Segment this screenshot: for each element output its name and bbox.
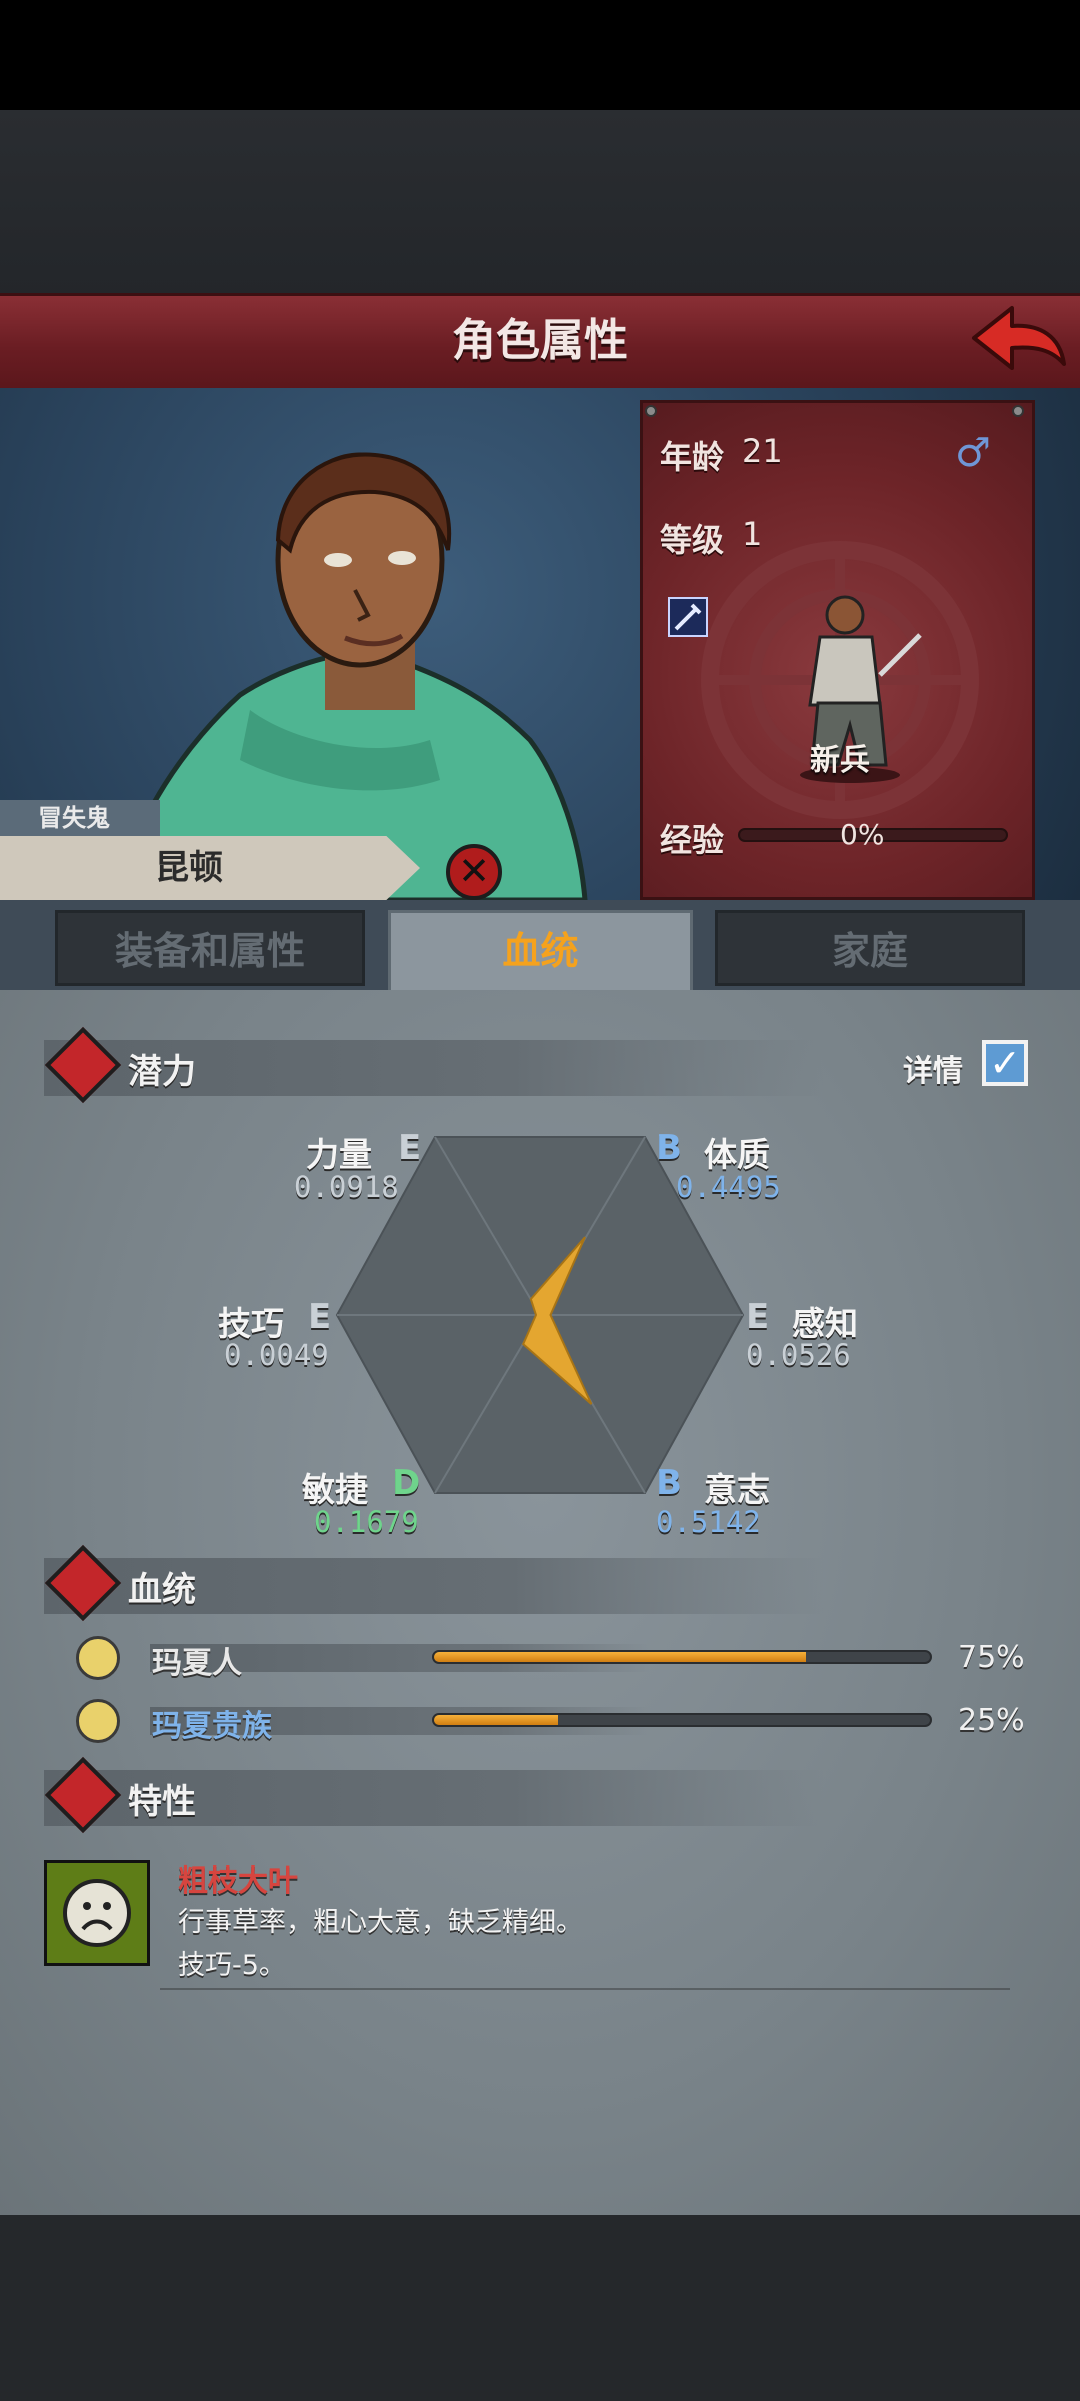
bottom-dark-area bbox=[0, 2215, 1080, 2401]
rivet bbox=[1012, 405, 1024, 417]
sword-icon bbox=[674, 603, 702, 631]
trait-card[interactable] bbox=[44, 1860, 150, 1966]
level-value: 1 bbox=[742, 515, 763, 553]
bloodline-bar bbox=[432, 1713, 932, 1727]
sword-skill-icon[interactable] bbox=[668, 597, 708, 637]
page-title: 角色属性 bbox=[452, 315, 628, 366]
sad-face-icon bbox=[63, 1879, 131, 1947]
stat-will-value: 0.5142 bbox=[656, 1505, 761, 1539]
detail-checkbox[interactable]: ✓ bbox=[982, 1040, 1028, 1086]
stat-agility-grade: D bbox=[392, 1463, 421, 1503]
divider bbox=[160, 1988, 1010, 1990]
bloodline-bar-fill bbox=[434, 1652, 806, 1662]
maxia-emblem-icon bbox=[76, 1636, 120, 1680]
stat-perception-value: 0.0526 bbox=[746, 1338, 851, 1372]
stat-strength-name: 力量 bbox=[306, 1135, 372, 1174]
tab-equipment-attributes[interactable]: 装备和属性 bbox=[55, 910, 365, 986]
trait-description: 行事草率，粗心大意，缺乏精细。 bbox=[178, 1907, 583, 1938]
bloodline-name: 玛夏人 bbox=[152, 1646, 242, 1681]
stat-will-grade: B bbox=[656, 1463, 682, 1503]
stat-strength-grade: E bbox=[398, 1128, 422, 1168]
stat-agility-name: 敏捷 bbox=[302, 1470, 368, 1509]
bloodline-title: 血统 bbox=[128, 1570, 196, 1610]
age-value: 21 bbox=[742, 432, 783, 470]
xp-value: 0% bbox=[840, 818, 885, 851]
trait-effect: 技巧-5。 bbox=[178, 1950, 286, 1981]
character-name: 昆顿 bbox=[155, 848, 223, 888]
stat-constitution-value: 0.4495 bbox=[676, 1170, 781, 1204]
nickname-tag: 冒失鬼 bbox=[0, 800, 160, 836]
level-label: 等级 bbox=[660, 521, 725, 559]
top-dark-band bbox=[0, 110, 1080, 300]
stat-perception-grade: E bbox=[746, 1297, 770, 1337]
nickname-text: 冒失鬼 bbox=[38, 804, 110, 832]
rivet bbox=[645, 405, 657, 417]
stat-skill-grade: E bbox=[308, 1297, 332, 1337]
bloodline-name: 玛夏贵族 bbox=[152, 1709, 272, 1744]
top-black-bar bbox=[0, 0, 1080, 110]
stat-strength-value: 0.0918 bbox=[294, 1170, 399, 1204]
stat-skill-value: 0.0049 bbox=[224, 1338, 329, 1372]
potential-title: 潜力 bbox=[128, 1052, 196, 1092]
noble-emblem-icon bbox=[76, 1699, 120, 1743]
tab-bloodline[interactable]: 血统 bbox=[388, 910, 693, 992]
bloodline-percent: 25% bbox=[958, 1703, 1025, 1738]
stat-agility-value: 0.1679 bbox=[314, 1505, 419, 1539]
back-arrow-icon bbox=[972, 306, 1066, 370]
stat-constitution-grade: B bbox=[656, 1128, 682, 1168]
stat-will-name: 意志 bbox=[704, 1470, 770, 1509]
bloodline-bar-fill bbox=[434, 1715, 558, 1725]
male-gender-icon: ♂ bbox=[955, 430, 991, 476]
bloodline-bar bbox=[432, 1650, 932, 1664]
stat-constitution-name: 体质 bbox=[704, 1135, 770, 1174]
age-label: 年龄 bbox=[660, 438, 725, 476]
dismiss-button[interactable]: ✕ bbox=[446, 844, 502, 900]
tab-family[interactable]: 家庭 bbox=[715, 910, 1025, 986]
bloodline-percent: 75% bbox=[958, 1640, 1025, 1675]
xp-label: 经验 bbox=[660, 821, 725, 859]
class-name: 新兵 bbox=[810, 743, 870, 778]
traits-title: 特性 bbox=[128, 1782, 196, 1822]
back-button[interactable] bbox=[968, 300, 1068, 380]
detail-label: 详情 bbox=[903, 1054, 963, 1089]
character-portrait bbox=[117, 452, 588, 900]
trait-name: 粗枝大叶 bbox=[178, 1864, 298, 1899]
name-plate[interactable]: 昆顿 bbox=[0, 836, 420, 900]
